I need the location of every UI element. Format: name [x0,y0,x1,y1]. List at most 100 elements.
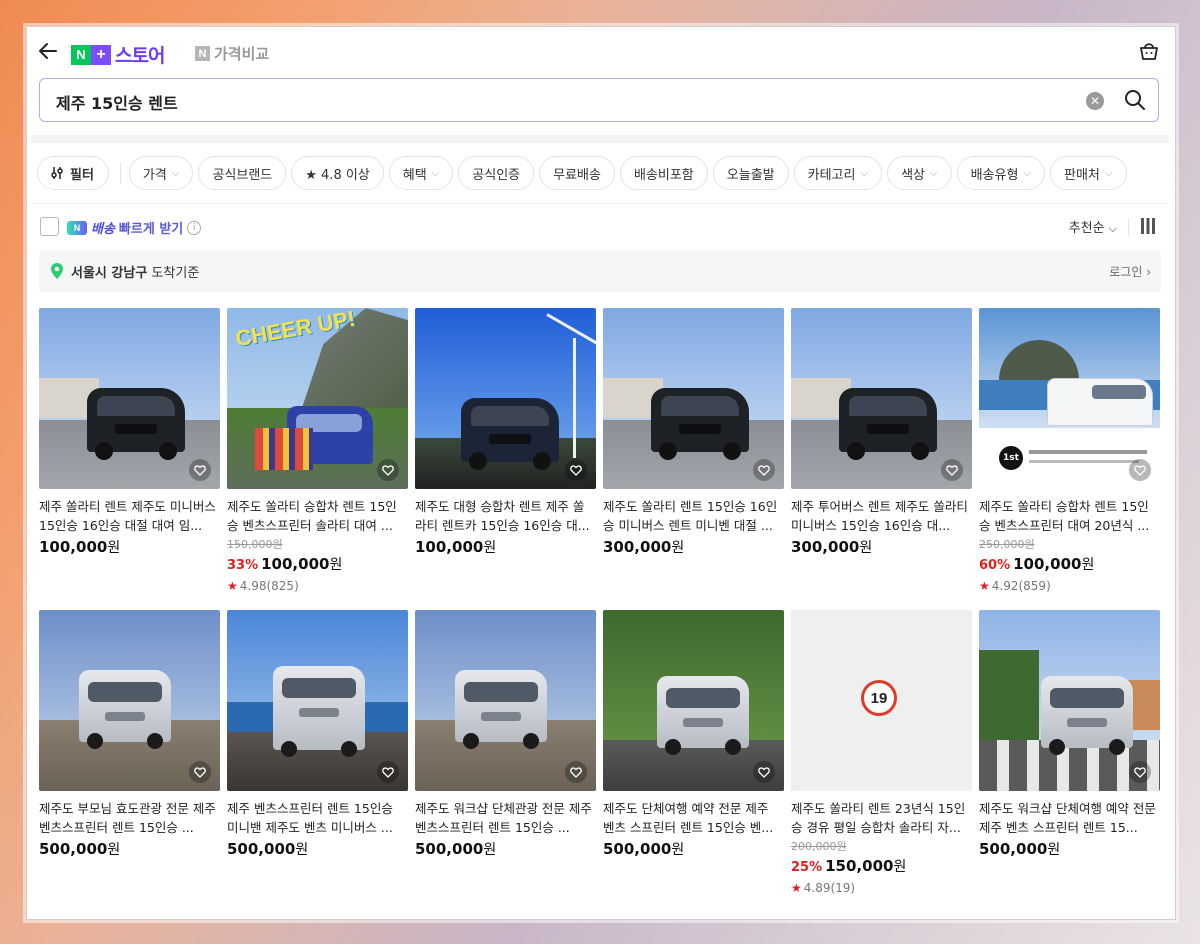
fast-delivery-checkbox[interactable] [40,217,59,236]
sort-dropdown[interactable]: 추천순 ⌵ [1069,217,1117,236]
filter-chip-free-shipping[interactable]: 무료배송 [539,156,615,190]
filter-chip-delivery-type[interactable]: 배송유형 ⌵ [956,156,1046,190]
fast-delivery-label[interactable]: N 배송 빠르게 받기 i [67,218,202,237]
delivery-location-text: 서울시 강남구 도착기준 [71,262,199,281]
product-title[interactable]: 제주도 부모님 효도관광 전문 제주 벤츠스프린터 렌트 15인승 ... [39,799,220,837]
product-thumbnail[interactable] [39,610,220,791]
filter-chip-price[interactable]: 가격 ⌵ [128,156,194,190]
product-card[interactable]: 제주 벤츠스프린터 렌트 15인승 미니밴 제주도 벤츠 미니버스 ... 50… [227,610,408,859]
filter-chip-shipping-included[interactable]: 배송비포함 [619,156,708,190]
product-title[interactable]: 제주 벤츠스프린터 렌트 15인승 미니밴 제주도 벤츠 미니버스 ... [227,799,408,837]
product-card[interactable]: 제주 쏠라티 렌트 제주도 미니버스 15인승 16인승 대절 대여 임... … [39,308,220,557]
van-illustration [1047,378,1153,426]
van-window [661,396,739,416]
product-thumbnail[interactable] [979,610,1160,791]
heart-icon[interactable] [941,459,963,481]
product-card[interactable]: 제주도 워크샵 단체여행 예약 전문 제주 벤츠 스프린터 렌트 15... 5… [979,610,1160,859]
heart-icon[interactable] [565,761,587,783]
location-pin-icon [51,263,63,279]
back-arrow-icon[interactable] [37,40,59,62]
filter-chip-official-brand[interactable]: 공식브랜드 [198,156,287,190]
chip-label: 공식인증 [472,167,521,183]
product-title[interactable]: 제주도 쏠라티 렌트 15인승 16인승 미니버스 렌트 미니벤 대절 ... [603,497,784,535]
product-title[interactable]: 제주도 쏠라티 승합차 렌트 15인승 벤츠스프린터 솔라티 대여 ... [227,497,408,535]
price-row: 500,000원 [415,839,596,859]
filter-chip-today-ship[interactable]: 오늘출발 [712,156,789,190]
filter-button[interactable]: 필터 [37,156,109,190]
heart-icon[interactable] [1129,459,1151,481]
van-wheel [341,741,357,757]
filter-divider [119,162,121,184]
product-thumbnail[interactable] [415,610,596,791]
product-card[interactable]: 제주도 단체여행 예약 전문 제주 벤츠 스프린터 렌트 15인승 벤... 5… [603,610,784,859]
heart-icon[interactable] [753,761,775,783]
product-card[interactable]: 19 제주도 쏠라티 렌트 23년식 15인승 경유 평일 승합차 솔라티 자.… [791,610,972,895]
product-thumbnail[interactable] [603,610,784,791]
clear-search-icon[interactable]: ✕ [1086,92,1104,110]
windmill-blade [546,313,596,346]
product-card[interactable]: 제주도 쏠라티 렌트 15인승 16인승 미니버스 렌트 미니벤 대절 ... … [603,308,784,557]
product-card[interactable]: 제주도 부모님 효도관광 전문 제주 벤츠스프린터 렌트 15인승 ... 50… [39,610,220,859]
product-thumbnail[interactable] [415,308,596,489]
product-title[interactable]: 제주 쏠라티 렌트 제주도 미니버스 15인승 16인승 대절 대여 임... [39,497,220,535]
product-title[interactable]: 제주 투어버스 렌트 제주도 쏠라티 미니버스 15인승 16인승 대... [791,497,972,535]
grid-view-icon[interactable] [1139,217,1157,235]
product-card[interactable]: 1st 제주도 쏠라티 승합차 렌트 15인승 벤츠스프린터 대여 20년식 .… [979,308,1160,593]
product-thumbnail[interactable] [39,308,220,489]
price-value: 500,000 [227,840,296,858]
product-card[interactable]: 제주 투어버스 렌트 제주도 쏠라티 미니버스 15인승 16인승 대... 3… [791,308,972,557]
shopping-basket-icon[interactable] [1137,39,1161,63]
product-title[interactable]: 제주도 워크샵 단체관광 전문 제주 벤츠스프린터 렌트 15인승 ... [415,799,596,837]
van-grill [481,712,521,721]
product-price: 500,000원 [979,839,1060,859]
product-title[interactable]: 제주도 쏠라티 렌트 23년식 15인승 경유 평일 승합차 솔라티 자... [791,799,972,837]
product-card[interactable]: 제주도 워크샵 단체관광 전문 제주 벤츠스프린터 렌트 15인승 ... 50… [415,610,596,859]
van-grill [299,708,339,717]
product-card[interactable]: 제주도 대형 승합차 렌트 제주 쏠라티 렌트카 15인승 16인승 대... … [415,308,596,557]
price-compare-link[interactable]: N 가격비교 [195,43,269,64]
van-grill [489,434,531,444]
heart-icon[interactable] [1129,761,1151,783]
heart-icon[interactable] [377,459,399,481]
heart-icon[interactable] [189,761,211,783]
filter-chip-color[interactable]: 색상 ⌵ [887,156,952,190]
login-link[interactable]: 로그인 › [1109,263,1151,280]
product-title[interactable]: 제주도 대형 승합차 렌트 제주 쏠라티 렌트카 15인승 16인승 대... [415,497,596,535]
price-value: 150,000 [825,857,894,875]
product-title[interactable]: 제주도 쏠라티 승합차 렌트 15인승 벤츠스프린터 대여 20년식 ... [979,497,1160,535]
product-thumbnail[interactable]: 1st [979,308,1160,489]
filter-chip-benefits[interactable]: 혜택 ⌵ [388,156,454,190]
product-title[interactable]: 제주도 워크샵 단체여행 예약 전문 제주 벤츠 스프린터 렌트 15... [979,799,1160,837]
age-19-restricted-icon: 19 [861,680,897,716]
delivery-text: 배송 [91,222,115,237]
rating: ★ 4.92 (859) [979,579,1160,593]
product-thumbnail[interactable] [603,308,784,489]
heart-icon[interactable] [565,459,587,481]
info-icon[interactable]: i [187,220,202,235]
naver-plus-store-logo[interactable]: N + 스토어 [71,41,165,68]
product-title[interactable]: 제주도 단체여행 예약 전문 제주 벤츠 스프린터 렌트 15인승 벤... [603,799,784,837]
heart-icon[interactable] [753,459,775,481]
product-card[interactable]: CHEER UP! 제주도 쏠라티 승합차 렌트 15인승 벤츠스프린터 솔라티… [227,308,408,593]
filter-chip-seller[interactable]: 판매처 ⌵ [1050,156,1127,190]
price-value: 500,000 [39,840,108,858]
price-row: 500,000원 [603,839,784,859]
heart-icon[interactable] [377,761,399,783]
review-count: (859) [1018,579,1051,593]
product-thumbnail[interactable] [791,308,972,489]
product-thumbnail[interactable]: 19 [791,610,972,791]
filter-chip-category[interactable]: 카테고리 ⌵ [793,156,883,190]
search-icon[interactable] [1124,89,1146,111]
filter-chip-rating[interactable]: ★ 4.8 이상 [291,156,384,190]
van-grill [105,712,145,721]
search-input[interactable]: 제주 15인승 렌트 [56,90,178,114]
van-window [849,396,927,416]
search-bar[interactable]: 제주 15인승 렌트 ✕ [39,78,1159,122]
product-thumbnail[interactable] [227,610,408,791]
chip-label: 가격 [142,167,167,183]
discount-rate: 60% [979,558,1011,573]
filter-chip-certified[interactable]: 공식인증 [458,156,535,190]
product-thumbnail[interactable]: CHEER UP! [227,308,408,489]
heart-icon[interactable] [189,459,211,481]
product-price: 500,000원 [227,839,308,859]
